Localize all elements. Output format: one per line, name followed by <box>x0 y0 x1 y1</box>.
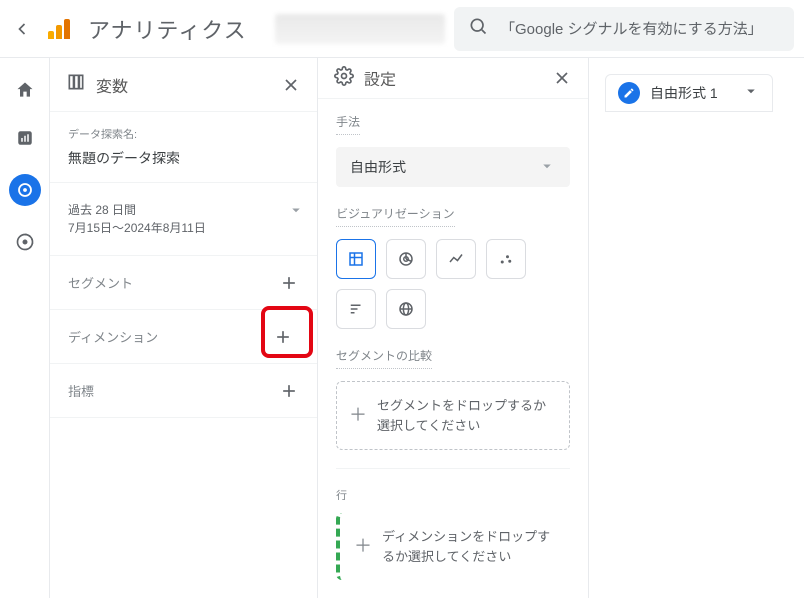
add-metric-button[interactable] <box>271 373 307 409</box>
back-arrow-icon[interactable] <box>10 19 34 39</box>
segments-label: セグメント <box>68 273 133 292</box>
plus-icon: ＋ <box>354 533 372 560</box>
app-title: アナリティクス <box>88 13 247 45</box>
technique-value: 自由形式 <box>350 157 406 177</box>
dimensions-row: ディメンション <box>50 310 317 364</box>
viz-scatter-button[interactable] <box>486 239 526 279</box>
date-range-label: 過去 28 日間 <box>68 201 206 219</box>
rows-label: 行 <box>336 487 570 503</box>
add-segment-button[interactable] <box>271 265 307 301</box>
variables-panel: 変数 データ探索名: 無題のデータ探索 過去 28 日間 7月15日～2024年… <box>50 58 318 598</box>
tab-name: 自由形式 1 <box>650 83 718 103</box>
dimensions-label: ディメンション <box>68 327 158 346</box>
viz-bar-button[interactable] <box>336 289 376 329</box>
reports-icon[interactable] <box>13 126 37 150</box>
chevron-down-icon <box>538 157 556 178</box>
search-icon <box>468 16 488 41</box>
close-variables-button[interactable] <box>281 75 301 95</box>
segment-compare-label: セグメントの比較 <box>336 347 432 369</box>
edit-icon <box>618 82 640 104</box>
plus-icon: ＋ <box>349 402 367 429</box>
search-placeholder-text: 「Google シグナルを有効にする方法」 <box>500 18 763 39</box>
segment-drop-area[interactable]: ＋ セグメントをドロップするか選択してください <box>336 381 570 450</box>
technique-label: 手法 <box>336 113 360 135</box>
canvas-area: 自由形式 1 <box>589 58 804 598</box>
chevron-down-icon <box>287 201 305 224</box>
visualization-label: ビジュアリゼーション <box>336 205 455 227</box>
settings-panel: 設定 手法 自由形式 ビジュアリゼーション <box>318 58 589 598</box>
gear-icon <box>334 66 354 91</box>
search-box[interactable]: 「Google シグナルを有効にする方法」 <box>454 7 794 51</box>
add-dimension-button[interactable] <box>265 319 301 355</box>
variables-title: 変数 <box>96 73 128 97</box>
exploration-tab[interactable]: 自由形式 1 <box>605 74 773 112</box>
dimension-drop-text: ディメンションをドロップするか選択してください <box>382 527 558 566</box>
analytics-logo <box>48 19 70 39</box>
segments-row: セグメント <box>50 256 317 310</box>
technique-select[interactable]: 自由形式 <box>336 147 570 187</box>
chevron-down-icon[interactable] <box>742 82 760 105</box>
viz-donut-button[interactable] <box>386 239 426 279</box>
date-range-selector[interactable]: 過去 28 日間 7月15日～2024年8月11日 <box>50 183 317 256</box>
explore-icon[interactable] <box>9 174 41 206</box>
columns-icon <box>66 72 86 97</box>
home-icon[interactable] <box>13 78 37 102</box>
property-selector-blurred[interactable] <box>275 14 445 44</box>
metrics-row: 指標 <box>50 364 317 418</box>
dimension-drop-area[interactable]: ＋ ディメンションをドロップするか選択してください <box>336 513 570 580</box>
nav-rail <box>0 58 50 598</box>
segment-drop-text: セグメントをドロップするか選択してください <box>377 396 557 435</box>
exploration-name-label: データ探索名: <box>68 126 299 142</box>
close-settings-button[interactable] <box>552 68 572 88</box>
viz-table-button[interactable] <box>336 239 376 279</box>
settings-title: 設定 <box>364 66 396 90</box>
advertising-icon[interactable] <box>13 230 37 254</box>
viz-line-button[interactable] <box>436 239 476 279</box>
date-range-value: 7月15日～2024年8月11日 <box>68 219 206 237</box>
exploration-name-value: 無題のデータ探索 <box>68 148 299 168</box>
exploration-name-section[interactable]: データ探索名: 無題のデータ探索 <box>50 112 317 183</box>
viz-geo-button[interactable] <box>386 289 426 329</box>
metrics-label: 指標 <box>68 381 94 400</box>
